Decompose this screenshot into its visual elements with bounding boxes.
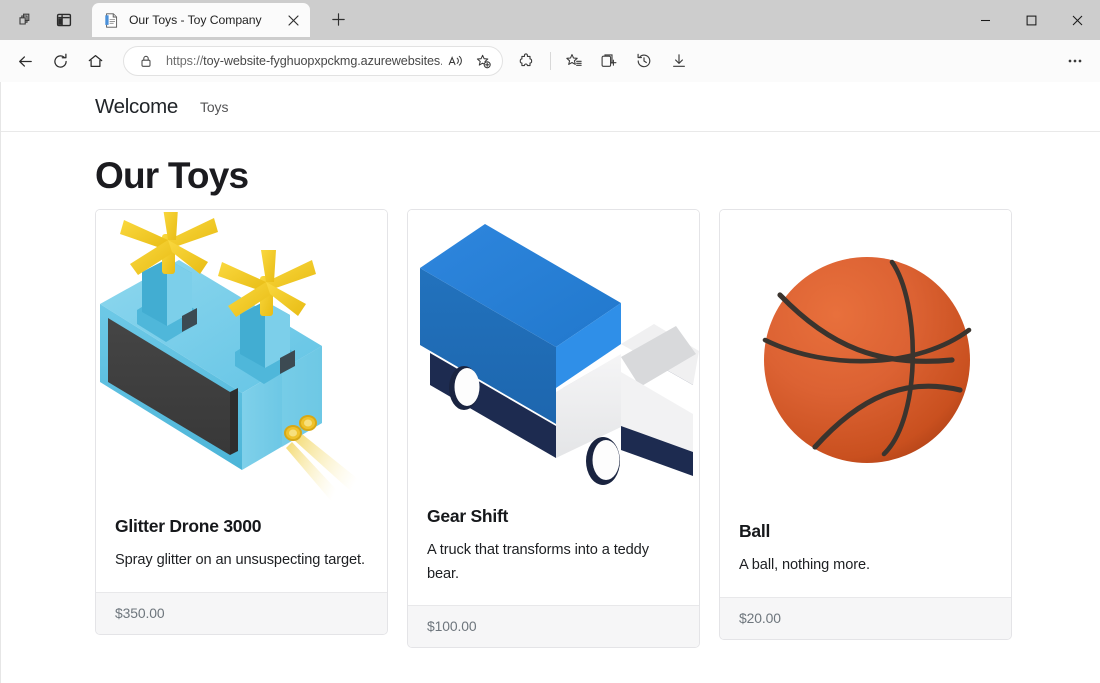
browser-tab-active[interactable]: Our Toys - Toy Company: [92, 3, 310, 37]
url-scheme: https://: [166, 54, 204, 68]
workspaces-icon[interactable]: [10, 5, 42, 35]
address-bar[interactable]: https://toy-website-fyghuopxpckmg.azurew…: [123, 46, 503, 76]
browser-toolbar: https://toy-website-fyghuopxpckmg.azurew…: [0, 40, 1100, 82]
toy-name: Ball: [739, 521, 771, 541]
toy-description: Spray glitter on an unsuspecting target.: [115, 552, 365, 568]
new-tab-button[interactable]: [323, 4, 353, 34]
close-icon[interactable]: [282, 9, 304, 31]
toy-price: $100.00: [408, 605, 699, 648]
lock-icon: [137, 54, 155, 68]
collections-icon[interactable]: [592, 44, 626, 78]
home-icon[interactable]: [78, 44, 112, 78]
window-controls: [962, 0, 1100, 40]
toolbar-divider: [549, 52, 551, 70]
toy-name: Gear Shift: [427, 506, 509, 526]
site-navbar: Welcome Toys: [1, 82, 1100, 132]
titlebar-left-icons: Our Toys - Toy Company: [0, 0, 353, 40]
tab-title: Our Toys - Toy Company: [129, 13, 262, 27]
nav-link-toys[interactable]: Toys: [200, 99, 228, 115]
browser-window: Our Toys - Toy Company https://toy-websi…: [0, 0, 1100, 683]
truck-illustration: [408, 210, 699, 490]
url-host: toy-website-fyghuopxpckmg.azurewebsites.…: [203, 54, 442, 68]
toy-description: A ball, nothing more.: [739, 557, 870, 573]
maximize-button[interactable]: [1008, 0, 1054, 40]
toy-description: A truck that transforms into a teddy bea…: [427, 542, 649, 582]
read-aloud-icon[interactable]: [442, 48, 470, 74]
page-title: Our Toys: [95, 155, 249, 196]
url-text: https://toy-website-fyghuopxpckmg.azurew…: [166, 54, 442, 68]
back-icon[interactable]: [8, 44, 42, 78]
toy-card[interactable]: Ball A ball, nothing more. $20.00: [719, 209, 1012, 640]
toy-name: Glitter Drone 3000: [115, 516, 262, 536]
site-brand[interactable]: Welcome: [95, 95, 200, 119]
minimize-button[interactable]: [962, 0, 1008, 40]
close-window-button[interactable]: [1054, 0, 1100, 40]
page-viewport: Welcome Toys Our Toys Glitter Drone 3000…: [0, 82, 1100, 683]
toy-card[interactable]: Gear Shift A truck that transforms into …: [407, 209, 700, 649]
toy-card-body: Ball A ball, nothing more.: [720, 505, 1011, 597]
page-document-icon: [103, 12, 120, 29]
settings-more-icon[interactable]: [1058, 44, 1092, 78]
toy-card[interactable]: Glitter Drone 3000 Spray glitter on an u…: [95, 209, 388, 635]
favorites-icon[interactable]: [557, 44, 591, 78]
tab-actions-icon[interactable]: [48, 5, 80, 35]
toy-card-body: Gear Shift A truck that transforms into …: [408, 490, 699, 605]
drone-illustration: [96, 210, 387, 502]
downloads-icon[interactable]: [662, 44, 696, 78]
toy-card-grid: Glitter Drone 3000 Spray glitter on an u…: [95, 209, 1100, 649]
browser-titlebar: Our Toys - Toy Company: [0, 0, 1100, 40]
refresh-icon[interactable]: [43, 44, 77, 78]
toy-price: $350.00: [96, 591, 387, 634]
extensions-icon[interactable]: [510, 44, 544, 78]
basketball-illustration: [720, 210, 1011, 505]
history-icon[interactable]: [627, 44, 661, 78]
toy-price: $20.00: [720, 596, 1011, 639]
add-favorite-icon[interactable]: [470, 48, 498, 74]
toy-card-body: Glitter Drone 3000 Spray glitter on an u…: [96, 500, 387, 592]
